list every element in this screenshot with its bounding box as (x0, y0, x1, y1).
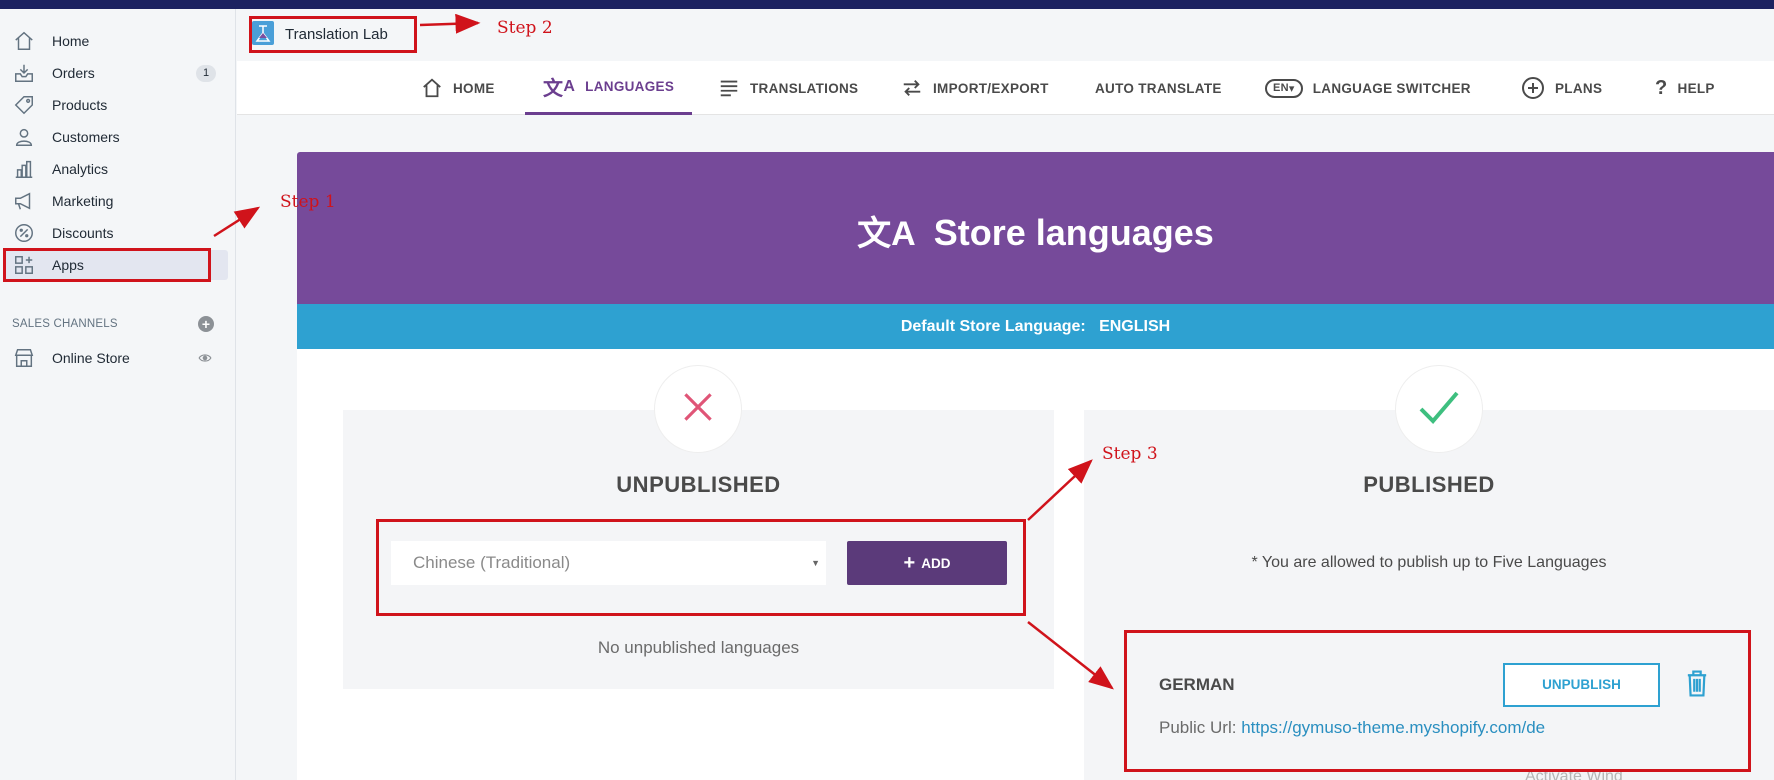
annotation-box-add-language (376, 519, 1026, 616)
sidebar-item-marketing[interactable]: Marketing (4, 186, 228, 216)
sidebar-item-label: Analytics (52, 161, 109, 177)
tab-label: AUTO TRANSLATE (1095, 80, 1222, 96)
app-header: Translation Lab (237, 9, 1774, 61)
sidebar-item-discounts[interactable]: Discounts (4, 218, 228, 248)
sidebar-item-label: Products (52, 97, 108, 113)
store-languages-hero: 文A Store languages (297, 152, 1774, 304)
tab-label: PLANS (1555, 80, 1603, 96)
sidebar-item-customers[interactable]: Customers (4, 122, 228, 152)
lines-icon (718, 77, 740, 99)
tab-label: TRANSLATIONS (750, 80, 859, 96)
no-unpublished-text: No unpublished languages (597, 638, 800, 657)
add-sales-channel-button[interactable]: + (198, 316, 214, 332)
tab-home[interactable]: HOME (421, 61, 495, 115)
checkmark-icon (1417, 387, 1461, 432)
page-title: 文A Store languages (297, 206, 1774, 255)
annotation-box-app-title (249, 16, 417, 53)
eye-icon[interactable] (196, 351, 214, 368)
step-3-label: Step 3 (1102, 444, 1158, 464)
unpublished-status-circle (654, 365, 742, 453)
sidebar-item-analytics[interactable]: Analytics (4, 154, 228, 184)
megaphone-icon (12, 189, 36, 213)
step-1-label: Step 1 (280, 192, 336, 212)
home-icon (421, 77, 443, 99)
tab-label: HOME (453, 80, 495, 96)
tab-help[interactable]: ? HELP (1655, 61, 1715, 115)
sidebar-item-label: Home (52, 33, 90, 49)
sidebar-item-orders[interactable]: Orders 1 (4, 58, 228, 88)
orders-icon (12, 61, 36, 85)
unpublished-heading: UNPUBLISHED (616, 472, 781, 497)
tab-label: HELP (1677, 80, 1715, 96)
translate-icon: 文A (543, 77, 576, 101)
sidebar-item-home[interactable]: Home (4, 26, 228, 56)
default-language-value: ENGLISH (1099, 318, 1171, 335)
sidebar-item-products[interactable]: Products (4, 90, 228, 120)
sidebar-item-label: Online Store (52, 350, 130, 366)
language-dropdown-icon: EN ▾ (1265, 78, 1303, 98)
store-icon (12, 346, 36, 370)
sidebar-item-label: Discounts (52, 225, 114, 241)
tab-label: IMPORT/EXPORT (933, 80, 1049, 96)
published-heading: PUBLISHED (1363, 472, 1495, 497)
published-status-circle (1395, 365, 1483, 453)
sidebar-item-online-store[interactable]: Online Store (4, 343, 228, 373)
app-nav: HOME 文A LANGUAGES TRANSLATIONS IMPORT/EX… (237, 61, 1774, 115)
tag-icon (12, 93, 36, 117)
sidebar-item-label: Customers (52, 129, 120, 145)
annotation-box-apps (3, 248, 211, 282)
swap-arrows-icon (901, 77, 923, 99)
sales-channels-title: SALES CHANNELS (12, 318, 118, 330)
default-language-label: Default Store Language: (900, 318, 1086, 335)
tab-label: LANGUAGE SWITCHER (1312, 80, 1471, 96)
tab-plans[interactable]: PLANS (1521, 61, 1602, 115)
tab-translations[interactable]: TRANSLATIONS (718, 61, 858, 115)
discount-icon (12, 221, 36, 245)
plus-circle-icon (1521, 76, 1545, 100)
translate-icon: 文A (857, 215, 916, 253)
sidebar-item-label: Orders (52, 65, 95, 81)
sidebar: Home Orders 1 Products Customers Analyti… (0, 9, 236, 780)
question-icon: ? (1655, 76, 1668, 99)
top-bar (0, 0, 1774, 9)
home-icon (12, 29, 36, 53)
analytics-icon (12, 157, 36, 181)
hero-title-text: Store languages (933, 212, 1214, 253)
tab-language-switcher[interactable]: EN ▾ LANGUAGE SWITCHER (1265, 61, 1471, 115)
tab-languages[interactable]: 文A LANGUAGES (525, 61, 693, 115)
person-icon (12, 125, 36, 149)
default-language-bar: Default Store Language: ENGLISH (297, 304, 1774, 349)
orders-count-badge: 1 (196, 65, 216, 82)
close-icon (680, 389, 716, 430)
tab-label: LANGUAGES (585, 79, 675, 94)
annotation-box-published-language (1124, 630, 1751, 772)
tab-import-export[interactable]: IMPORT/EXPORT (901, 61, 1049, 115)
sidebar-item-label: Marketing (52, 193, 114, 209)
tab-auto-translate[interactable]: AUTO TRANSLATE (1095, 61, 1222, 115)
publish-limit-note: * You are allowed to publish up to Five … (1251, 554, 1607, 571)
step-2-label: Step 2 (497, 18, 553, 38)
